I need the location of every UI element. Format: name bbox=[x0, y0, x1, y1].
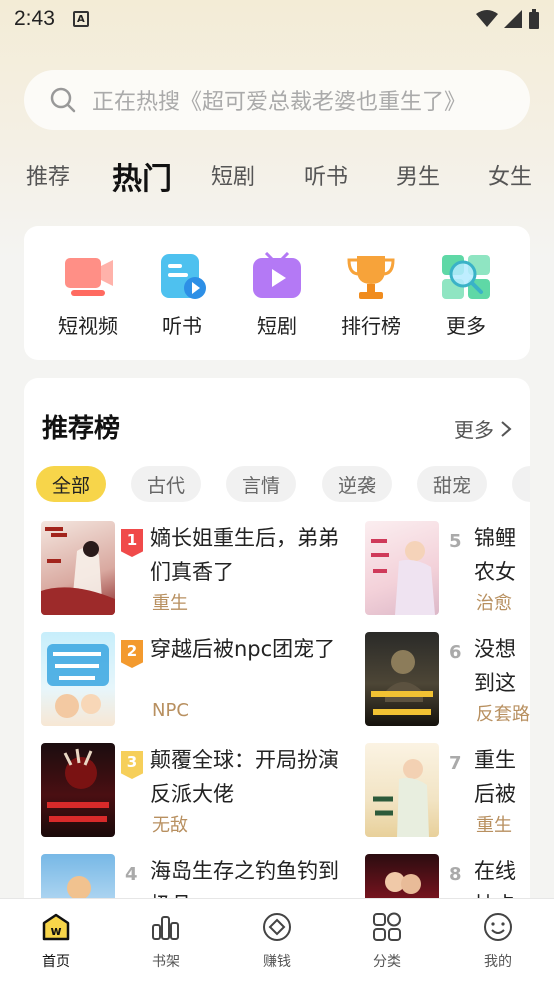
book-item[interactable]: 7 重生后被团宠小 重生 bbox=[365, 743, 530, 839]
quick-audiobook[interactable]: 听书 bbox=[142, 252, 222, 339]
quick-label: 短视频 bbox=[58, 314, 118, 338]
book-title: 锦鲤农女的心头宠 bbox=[474, 526, 516, 584]
nav-label: 分类 bbox=[373, 954, 401, 970]
rank-number: 8 bbox=[449, 864, 462, 885]
ranking-title: 推荐榜 bbox=[42, 414, 121, 444]
book-cover bbox=[41, 743, 115, 837]
bookshelf-icon bbox=[152, 916, 179, 940]
book-item[interactable]: 6 没想到这才是贵族 反套路 bbox=[365, 632, 530, 728]
book-cover bbox=[365, 743, 439, 837]
chip-romance[interactable]: 言情 bbox=[226, 466, 296, 502]
tab-short-drama[interactable]: 短剧 bbox=[211, 159, 255, 191]
status-bar: 2:43 A bbox=[0, 0, 554, 38]
chevron-right-icon bbox=[501, 420, 512, 437]
book-cover bbox=[365, 521, 439, 615]
book-title: 嫡长姐重生后，弟弟们真香了 bbox=[150, 526, 339, 584]
book-cover bbox=[365, 632, 439, 726]
book-tag: 重生 bbox=[152, 593, 188, 614]
book-item[interactable]: 3 颠覆全球：开局扮演反派大佬 无敌 bbox=[41, 743, 361, 839]
book-item[interactable]: 5 锦鲤农女的心头宠 治愈 bbox=[365, 521, 530, 617]
quick-label: 短剧 bbox=[257, 314, 297, 338]
quick-entry-card: 短视频 听书 短剧 排行榜 更多 bbox=[24, 226, 530, 360]
drama-play-icon bbox=[250, 251, 304, 302]
status-time: 2:43 bbox=[14, 7, 55, 30]
nav-bookshelf[interactable]: 书架 bbox=[136, 911, 196, 971]
book-title: 颠覆全球：开局扮演反派大佬 bbox=[150, 748, 339, 806]
chip-comeback[interactable]: 逆袭 bbox=[322, 466, 392, 502]
tab-audiobook[interactable]: 听书 bbox=[304, 159, 348, 191]
home-icon: w bbox=[42, 913, 70, 941]
book-tag: 反套路 bbox=[476, 704, 530, 725]
book-tag: 治愈 bbox=[476, 593, 512, 614]
chip-sweet[interactable]: 甜宠 bbox=[417, 466, 487, 502]
book-title: 重生后被团宠小 bbox=[474, 748, 516, 806]
book-tag: 重生 bbox=[476, 815, 512, 836]
tab-female[interactable]: 女生 bbox=[488, 159, 532, 191]
quick-more[interactable]: 更多 bbox=[426, 252, 506, 339]
tab-male[interactable]: 男生 bbox=[396, 159, 440, 191]
rank-number: 7 bbox=[449, 753, 462, 774]
signal-icon bbox=[504, 10, 522, 28]
video-icon bbox=[61, 252, 115, 302]
nav-label: 首页 bbox=[42, 954, 70, 970]
rank-badge: 3 bbox=[121, 751, 143, 779]
rank-badge: 2 bbox=[121, 640, 143, 668]
nav-label: 我的 bbox=[484, 954, 512, 970]
book-item[interactable]: 2 穿越后被npc团宠了 NPC bbox=[41, 632, 361, 728]
nav-earn[interactable]: 赚钱 bbox=[247, 911, 307, 971]
book-cover bbox=[41, 521, 115, 615]
battery-icon bbox=[529, 9, 539, 29]
nav-label: 赚钱 bbox=[263, 954, 291, 970]
quick-ranking[interactable]: 排行榜 bbox=[331, 252, 411, 339]
wifi-icon bbox=[476, 10, 498, 27]
tab-recommend[interactable]: 推荐 bbox=[26, 159, 70, 191]
quick-short-drama[interactable]: 短剧 bbox=[237, 251, 317, 339]
quick-label: 听书 bbox=[162, 314, 202, 338]
rank-number: 6 bbox=[449, 642, 462, 663]
book-item[interactable]: 1 嫡长姐重生后，弟弟们真香了 重生 bbox=[41, 521, 361, 617]
category-icon bbox=[373, 912, 401, 941]
quick-label: 排行榜 bbox=[341, 314, 401, 338]
ranking-more-button[interactable]: 更多 bbox=[454, 414, 512, 443]
recommend-ranking-card: 推荐榜 更多 全部 古代 言情 逆袭 甜宠 1 嫡长姐重生后，弟弟们真香了 重生… bbox=[24, 378, 530, 918]
rank-number: 5 bbox=[449, 531, 462, 552]
book-title: 没想到这才是贵族 bbox=[474, 637, 516, 695]
nav-category[interactable]: 分类 bbox=[357, 911, 417, 971]
book-title: 穿越后被npc团宠了 bbox=[150, 637, 336, 661]
category-tabs: 推荐 热门 短剧 听书 男生 女生 bbox=[0, 150, 554, 202]
rank-badge: 1 bbox=[121, 529, 143, 557]
svg-text:w: w bbox=[50, 924, 61, 938]
search-icon bbox=[50, 87, 76, 113]
audiobook-icon bbox=[155, 252, 209, 302]
chip-partial[interactable] bbox=[512, 466, 530, 502]
nav-home[interactable]: w 首页 bbox=[26, 911, 86, 971]
nav-label: 书架 bbox=[152, 954, 180, 970]
trophy-icon bbox=[344, 252, 398, 302]
quick-label: 更多 bbox=[446, 314, 486, 338]
rank-number: 4 bbox=[125, 864, 138, 885]
profile-icon bbox=[484, 913, 512, 941]
quick-short-video[interactable]: 短视频 bbox=[48, 252, 128, 339]
book-tag: NPC bbox=[152, 700, 189, 721]
tab-hot[interactable]: 热门 bbox=[112, 154, 172, 202]
bottom-navigation: w 首页 书架 赚钱 分类 我的 bbox=[0, 898, 554, 984]
chip-ancient[interactable]: 古代 bbox=[131, 466, 201, 502]
book-cover bbox=[41, 632, 115, 726]
ranking-more-label: 更多 bbox=[454, 418, 494, 442]
search-placeholder: 正在热搜《超可爱总裁老婆也重生了》 bbox=[92, 90, 467, 115]
book-tag: 无敌 bbox=[152, 815, 188, 836]
header-background bbox=[0, 0, 554, 260]
earn-icon bbox=[263, 913, 291, 941]
nav-profile[interactable]: 我的 bbox=[468, 911, 528, 971]
search-bar[interactable]: 正在热搜《超可爱总裁老婆也重生了》 bbox=[24, 70, 530, 130]
search-more-icon bbox=[439, 252, 493, 302]
chip-all[interactable]: 全部 bbox=[36, 466, 106, 502]
notification-a-icon: A bbox=[72, 11, 89, 27]
ranking-filter-chips: 全部 古代 言情 逆袭 甜宠 bbox=[36, 466, 530, 504]
